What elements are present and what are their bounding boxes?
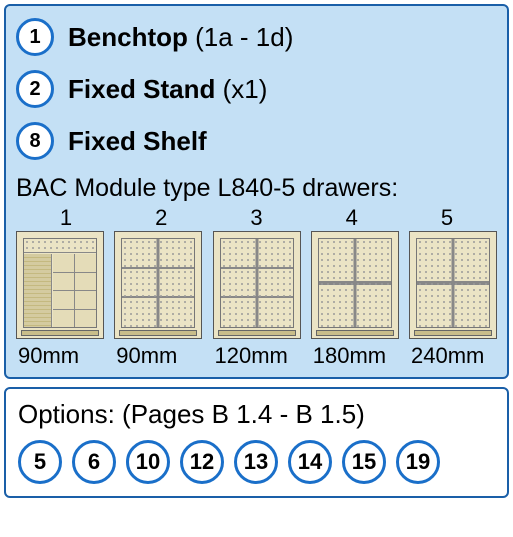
drawer-header: 4 [308,205,396,231]
component-row: 8 Fixed Shelf [16,122,497,160]
page: 1 Benchtop (1a - 1d) 2 Fixed Stand (x1) … [0,0,513,537]
options-panel: Options: (Pages B 1.4 - B 1.5) 5 6 10 12… [4,387,509,498]
options-row: 5 6 10 12 13 14 15 19 [18,440,495,484]
module-title: BAC Module type L840-5 drawers: [16,174,497,203]
components-panel: 1 Benchtop (1a - 1d) 2 Fixed Stand (x1) … [4,4,509,379]
options-title: Options: (Pages B 1.4 - B 1.5) [18,399,495,430]
drawer-size: 90mm [114,343,202,369]
component-label: Benchtop (1a - 1d) [68,22,293,53]
component-number-badge: 8 [16,122,54,160]
drawer-icon [114,231,202,339]
option-badge: 14 [288,440,332,484]
component-number-badge: 2 [16,70,54,108]
component-row: 1 Benchtop (1a - 1d) [16,18,497,56]
component-extra: (1a - 1d) [188,22,294,52]
option-badge: 5 [18,440,62,484]
option-badge: 10 [126,440,170,484]
option-badge: 15 [342,440,386,484]
drawer-header: 5 [403,205,491,231]
drawers-header-row: 1 2 3 4 5 [16,205,497,231]
drawers-sizes-row: 90mm 90mm 120mm 180mm 240mm [16,343,497,369]
option-badge: 13 [234,440,278,484]
component-label: Fixed Stand (x1) [68,74,267,105]
drawer-icon [409,231,497,339]
option-badge: 6 [72,440,116,484]
drawer-icon [16,231,104,339]
component-row: 2 Fixed Stand (x1) [16,70,497,108]
drawer-header: 2 [117,205,205,231]
drawer-header: 3 [213,205,301,231]
drawers-row [16,231,497,341]
drawer-size: 90mm [16,343,104,369]
component-extra: (x1) [215,74,267,104]
component-name: Fixed Stand [68,74,215,104]
component-label: Fixed Shelf [68,126,207,157]
option-badge: 12 [180,440,224,484]
component-number-badge: 1 [16,18,54,56]
drawer-icon [213,231,301,339]
drawer-icon [311,231,399,339]
option-badge: 19 [396,440,440,484]
component-name: Fixed Shelf [68,126,207,156]
drawer-header: 1 [22,205,110,231]
component-name: Benchtop [68,22,188,52]
drawer-size: 240mm [409,343,497,369]
drawer-size: 180mm [311,343,399,369]
drawer-size: 120mm [213,343,301,369]
